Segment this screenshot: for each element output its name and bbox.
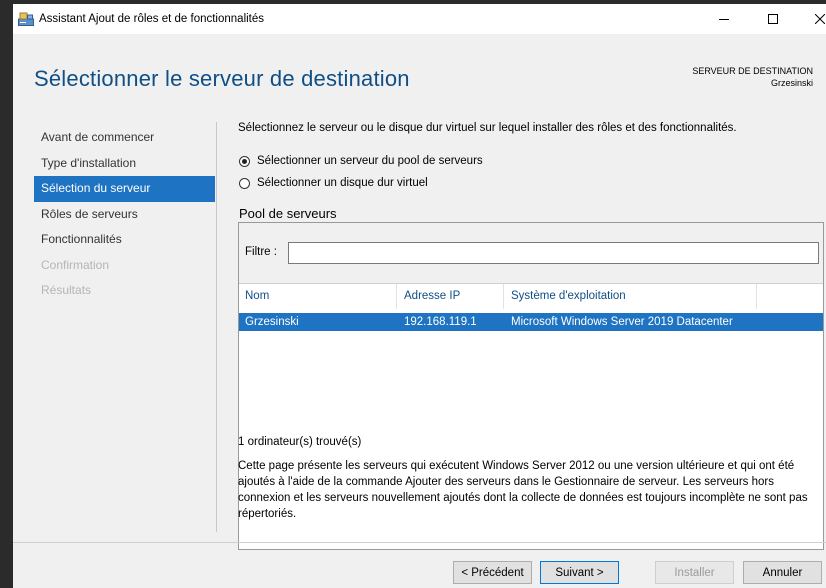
filter-label: Filtre :	[245, 246, 277, 258]
destination-server-name: Grzesinski	[770, 78, 813, 88]
nav-item-server-roles[interactable]: Rôles de serveurs	[34, 202, 215, 228]
column-header-extra[interactable]	[758, 284, 823, 309]
nav-item-results: Résultats	[41, 283, 92, 297]
destination-server-label: SERVEUR DE DESTINATION	[692, 66, 813, 76]
column-header-os[interactable]: Système d'exploitation	[505, 284, 757, 309]
radio-virtual-disk-label[interactable]: Sélectionner un disque dur virtuel	[257, 177, 428, 189]
description-text: Cette page présente les serveurs qui exé…	[238, 460, 808, 520]
close-button[interactable]	[801, 4, 826, 34]
radio-button-checked-icon[interactable]	[239, 155, 250, 167]
nav-item-confirmation: Confirmation	[41, 257, 110, 272]
install-button: Installer	[655, 561, 734, 584]
window-title: Assistant Ajout de rôles et de fonctionn…	[39, 13, 265, 25]
nav-item-server-selection[interactable]: Sélection du serveur	[34, 176, 215, 202]
nav-item-before-you-begin[interactable]: Avant de commencer	[34, 125, 215, 151]
nav-item-features[interactable]: Fonctionnalités	[34, 227, 215, 253]
filter-area: Filtre :	[239, 223, 823, 284]
table-row[interactable]: Grzesinski 192.168.119.1 Microsoft Windo…	[239, 313, 823, 331]
cancel-button[interactable]: Annuler	[743, 561, 822, 584]
page-title: Sélectionner le serveur de destination	[34, 66, 410, 91]
footer-divider	[13, 542, 826, 543]
next-button[interactable]: Suivant >	[540, 561, 619, 584]
cell-server-os: Microsoft Windows Server 2019 Datacenter	[511, 316, 733, 328]
wizard-window: Assistant Ajout de rôles et de fonctionn…	[13, 4, 826, 588]
cell-server-ip: 192.168.119.1	[404, 316, 477, 328]
wizard-nav: Avant de commencer Type d'installation S…	[34, 125, 215, 304]
close-icon	[815, 14, 825, 24]
found-count: 1 ordinateur(s) trouvé(s)	[238, 436, 362, 448]
radio-server-pool[interactable]: Sélectionner un serveur du pool de serve…	[239, 155, 483, 167]
cell-server-name: Grzesinski	[245, 316, 299, 328]
nav-item-installation-type[interactable]: Type d'installation	[34, 151, 215, 177]
filter-input[interactable]	[288, 242, 819, 264]
title-bar[interactable]: Assistant Ajout de rôles et de fonctionn…	[13, 4, 826, 34]
previous-button[interactable]: < Précédent	[453, 561, 532, 584]
column-header-ip[interactable]: Adresse IP	[398, 284, 504, 309]
maximize-button[interactable]	[754, 4, 792, 34]
maximize-icon	[768, 14, 778, 24]
server-pool-title: Pool de serveurs	[239, 206, 337, 221]
radio-virtual-disk[interactable]: Sélectionner un disque dur virtuel	[239, 177, 428, 189]
radio-server-pool-label[interactable]: Sélectionner un serveur du pool de serve…	[257, 155, 483, 167]
minimize-icon	[719, 19, 729, 20]
instruction-text: Sélectionnez le serveur ou le disque dur…	[238, 122, 737, 134]
column-header-name[interactable]: Nom	[239, 284, 397, 309]
nav-divider	[216, 122, 217, 532]
server-manager-icon	[18, 12, 34, 26]
minimize-button[interactable]	[705, 4, 743, 34]
radio-button-unchecked-icon[interactable]	[239, 177, 250, 189]
